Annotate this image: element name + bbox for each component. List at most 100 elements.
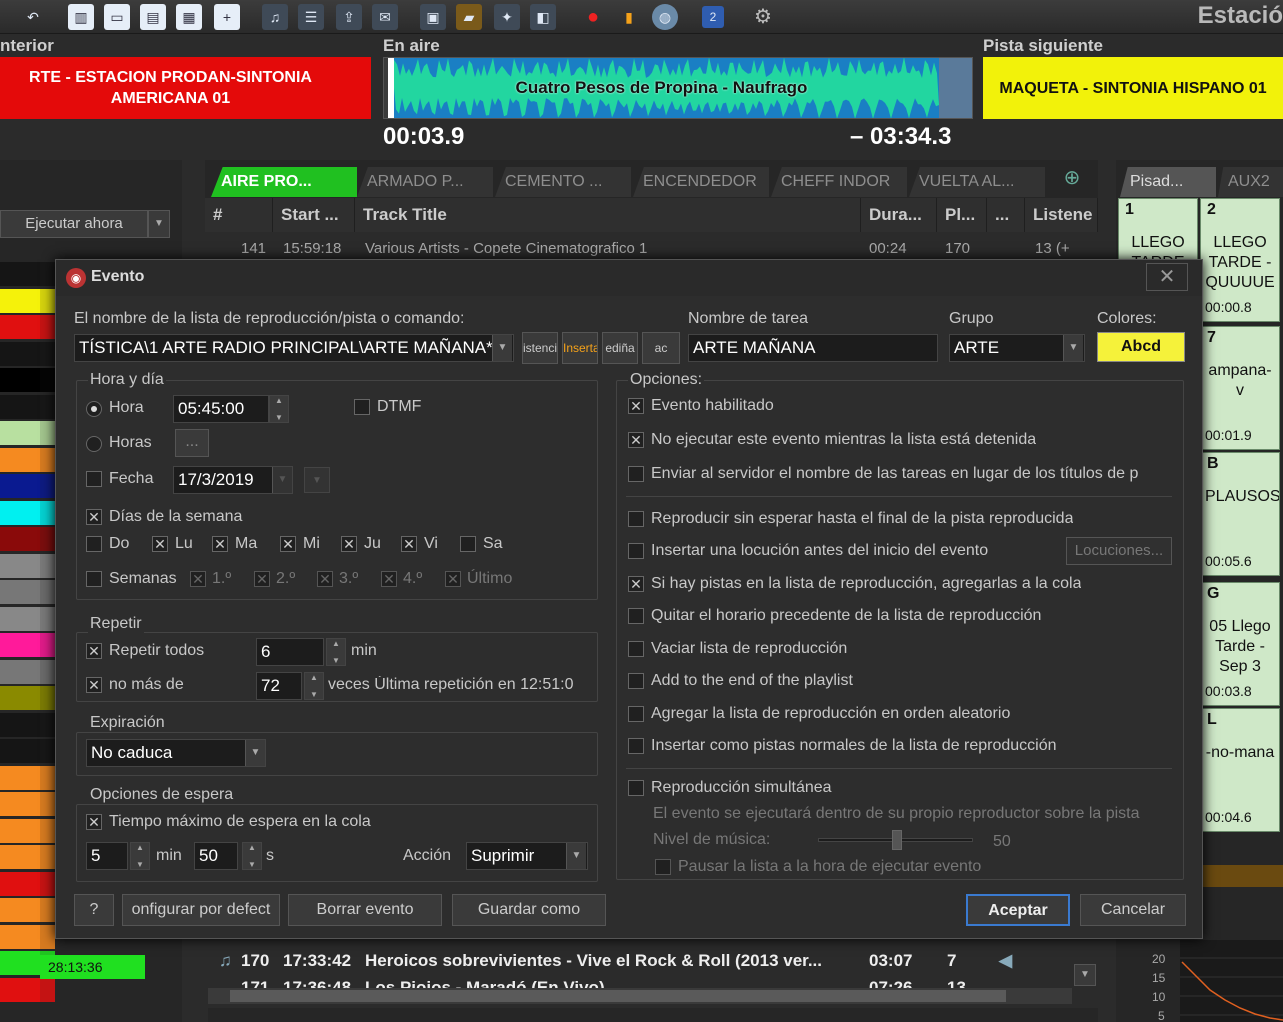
week-checkbox[interactable]: ✕ (317, 571, 333, 587)
database-icon[interactable]: ◧ (530, 4, 556, 30)
option-checkbox[interactable] (628, 641, 644, 657)
tab-cemento[interactable]: CEMENTO ... (495, 167, 631, 197)
chevron-down-icon[interactable]: ▼ (1063, 335, 1083, 361)
day-checkbox-do[interactable] (86, 536, 102, 552)
horizontal-scrollbar[interactable] (208, 988, 1072, 1004)
table-row[interactable]: ♫ 170 17:33:42 Heroicos sobrevivientes -… (205, 951, 1098, 979)
hora-radio[interactable] (86, 401, 102, 417)
dias-checkbox[interactable]: ✕ (86, 509, 102, 525)
settings-icon[interactable]: ⚙ (750, 4, 776, 30)
satellite-icon[interactable]: ✦ (494, 4, 520, 30)
pausar-checkbox[interactable] (655, 859, 671, 875)
col-start[interactable]: Start ... (273, 198, 355, 232)
jingle-cell[interactable]: G 05 Llego Tarde - Sep 3 00:03.8 (1200, 582, 1280, 706)
wait-checkbox[interactable]: ✕ (86, 814, 102, 830)
badge-icon[interactable]: 2 (702, 6, 724, 28)
chevron-down-icon[interactable]: ▼ (272, 467, 292, 493)
week-checkbox[interactable]: ✕ (254, 571, 270, 587)
next-deck[interactable]: MAQUETA - SINTONIA HISPANO 01 (983, 57, 1283, 119)
option-checkbox[interactable] (628, 706, 644, 722)
horas-button[interactable]: ... (175, 429, 209, 457)
day-checkbox-ju[interactable]: ✕ (341, 536, 357, 552)
tab-aire-pro[interactable]: AIRE PRO... (211, 167, 357, 197)
wait-min-input[interactable]: 5 (86, 842, 128, 870)
option-checkbox[interactable] (628, 511, 644, 527)
add-remote-icon[interactable]: ⇪ (336, 4, 362, 30)
horas-radio[interactable] (86, 436, 102, 452)
week-checkbox[interactable]: ✕ (381, 571, 397, 587)
col-duration[interactable]: Dura... (861, 198, 937, 232)
option-checkbox[interactable]: ✕ (628, 398, 644, 414)
option-checkbox[interactable] (628, 738, 644, 754)
onair-deck[interactable]: Cuatro Pesos de Propina - Naufrago (383, 57, 973, 119)
name-input[interactable]: TÍSTICA\1 ARTE RADIO PRINCIPAL\ARTE MAÑA… (74, 334, 514, 362)
day-checkbox-vi[interactable]: ✕ (401, 536, 417, 552)
undo-icon[interactable]: ↶ (20, 4, 46, 30)
color-swatch[interactable]: Abcd (1097, 332, 1185, 362)
option-checkbox[interactable] (628, 780, 644, 796)
layout-1-icon[interactable]: ▥ (68, 4, 94, 30)
tab-vuelta[interactable]: VUELTA AL... (909, 167, 1045, 197)
folder-icon[interactable]: Insertar (562, 332, 598, 364)
option-checkbox[interactable] (628, 673, 644, 689)
close-icon[interactable]: ✕ (1146, 263, 1188, 291)
insert-icon[interactable]: ediña (602, 332, 638, 364)
option-checkbox[interactable]: ✕ (628, 576, 644, 592)
nomas-spinner[interactable] (304, 672, 324, 700)
add-track-icon[interactable]: ♫ (262, 4, 288, 30)
jingle-cell[interactable]: B PLAUSOS 00:05.6 (1200, 452, 1280, 576)
layout-3-icon[interactable]: ▤ (140, 4, 166, 30)
help-button[interactable]: ? (74, 894, 114, 926)
globe-icon[interactable]: ◍ (652, 4, 678, 30)
delete-event-button[interactable]: Borrar evento (288, 894, 442, 926)
chevron-down-icon[interactable]: ▼ (148, 210, 170, 238)
jingle-cell[interactable]: 7 ampana-v 00:01.9 (1200, 326, 1280, 450)
tab-encendedor[interactable]: ENCENDEDOR (633, 167, 769, 197)
wait-min-spinner[interactable] (130, 842, 150, 870)
chevron-down-icon[interactable]: ▼ (492, 335, 512, 361)
tab-cheff-indor[interactable]: CHEFF INDOR (771, 167, 907, 197)
col-listeners[interactable]: Listene (1025, 198, 1098, 232)
chevron-down-icon[interactable]: ▼ (245, 740, 265, 766)
dtmf-checkbox[interactable] (354, 399, 370, 415)
scroll-down-button[interactable]: ▼ (1074, 964, 1096, 986)
stats-icon[interactable]: ▮ (616, 4, 642, 30)
jingle-cell[interactable]: 2 LLEGO TARDE - QUUUUE 00:00.8 (1200, 198, 1280, 322)
accept-button[interactable]: Aceptar (966, 894, 1070, 926)
tab-pisadores[interactable]: Pisad... (1120, 167, 1216, 197)
calendar-dropdown[interactable]: ▼ (304, 467, 330, 493)
layout-2-icon[interactable]: ▭ (104, 4, 130, 30)
add-mail-icon[interactable]: ✉ (372, 4, 398, 30)
repeat-input[interactable]: 6 (256, 638, 324, 666)
nomas-checkbox[interactable]: ✕ (86, 677, 102, 693)
option-checkbox[interactable] (628, 466, 644, 482)
locuciones-button[interactable]: Locuciones... (1066, 537, 1172, 565)
option-checkbox[interactable] (628, 543, 644, 559)
nomas-input[interactable]: 72 (256, 672, 302, 700)
cancel-button[interactable]: Cancelar (1080, 894, 1186, 926)
hora-spinner[interactable] (269, 395, 289, 423)
save-as-button[interactable]: Guardar como (452, 894, 606, 926)
semanas-checkbox[interactable] (86, 571, 102, 587)
week-checkbox[interactable]: ✕ (445, 571, 461, 587)
wait-sec-input[interactable]: 50 (194, 842, 238, 870)
week-checkbox[interactable]: ✕ (190, 571, 206, 587)
record-icon[interactable]: ● (580, 4, 606, 30)
task-input[interactable]: ARTE MAÑANA (688, 334, 938, 362)
repeat-checkbox[interactable]: ✕ (86, 643, 102, 659)
schedule-icon[interactable]: ▣ (420, 4, 446, 30)
option-checkbox[interactable] (628, 608, 644, 624)
nivel-slider[interactable] (818, 830, 973, 850)
prev-deck[interactable]: RTE - ESTACION PRODAN-SINTONIA AMERICANA… (0, 57, 371, 119)
set-default-button[interactable]: onfigurar por defect (122, 894, 280, 926)
expiration-select[interactable]: No caduca (86, 739, 266, 767)
jingle-cell[interactable]: L -no-mana 00:04.6 (1200, 708, 1280, 832)
day-checkbox-mi[interactable]: ✕ (280, 536, 296, 552)
folder-icon[interactable]: ▰ (456, 4, 482, 30)
col-num[interactable]: # (205, 198, 273, 232)
col-more[interactable]: ... (987, 198, 1025, 232)
day-checkbox-ma[interactable]: ✕ (212, 536, 228, 552)
add-list-icon[interactable]: ☰ (298, 4, 324, 30)
scrollbar-thumb[interactable] (230, 990, 1006, 1002)
col-title[interactable]: Track Title (355, 198, 861, 232)
